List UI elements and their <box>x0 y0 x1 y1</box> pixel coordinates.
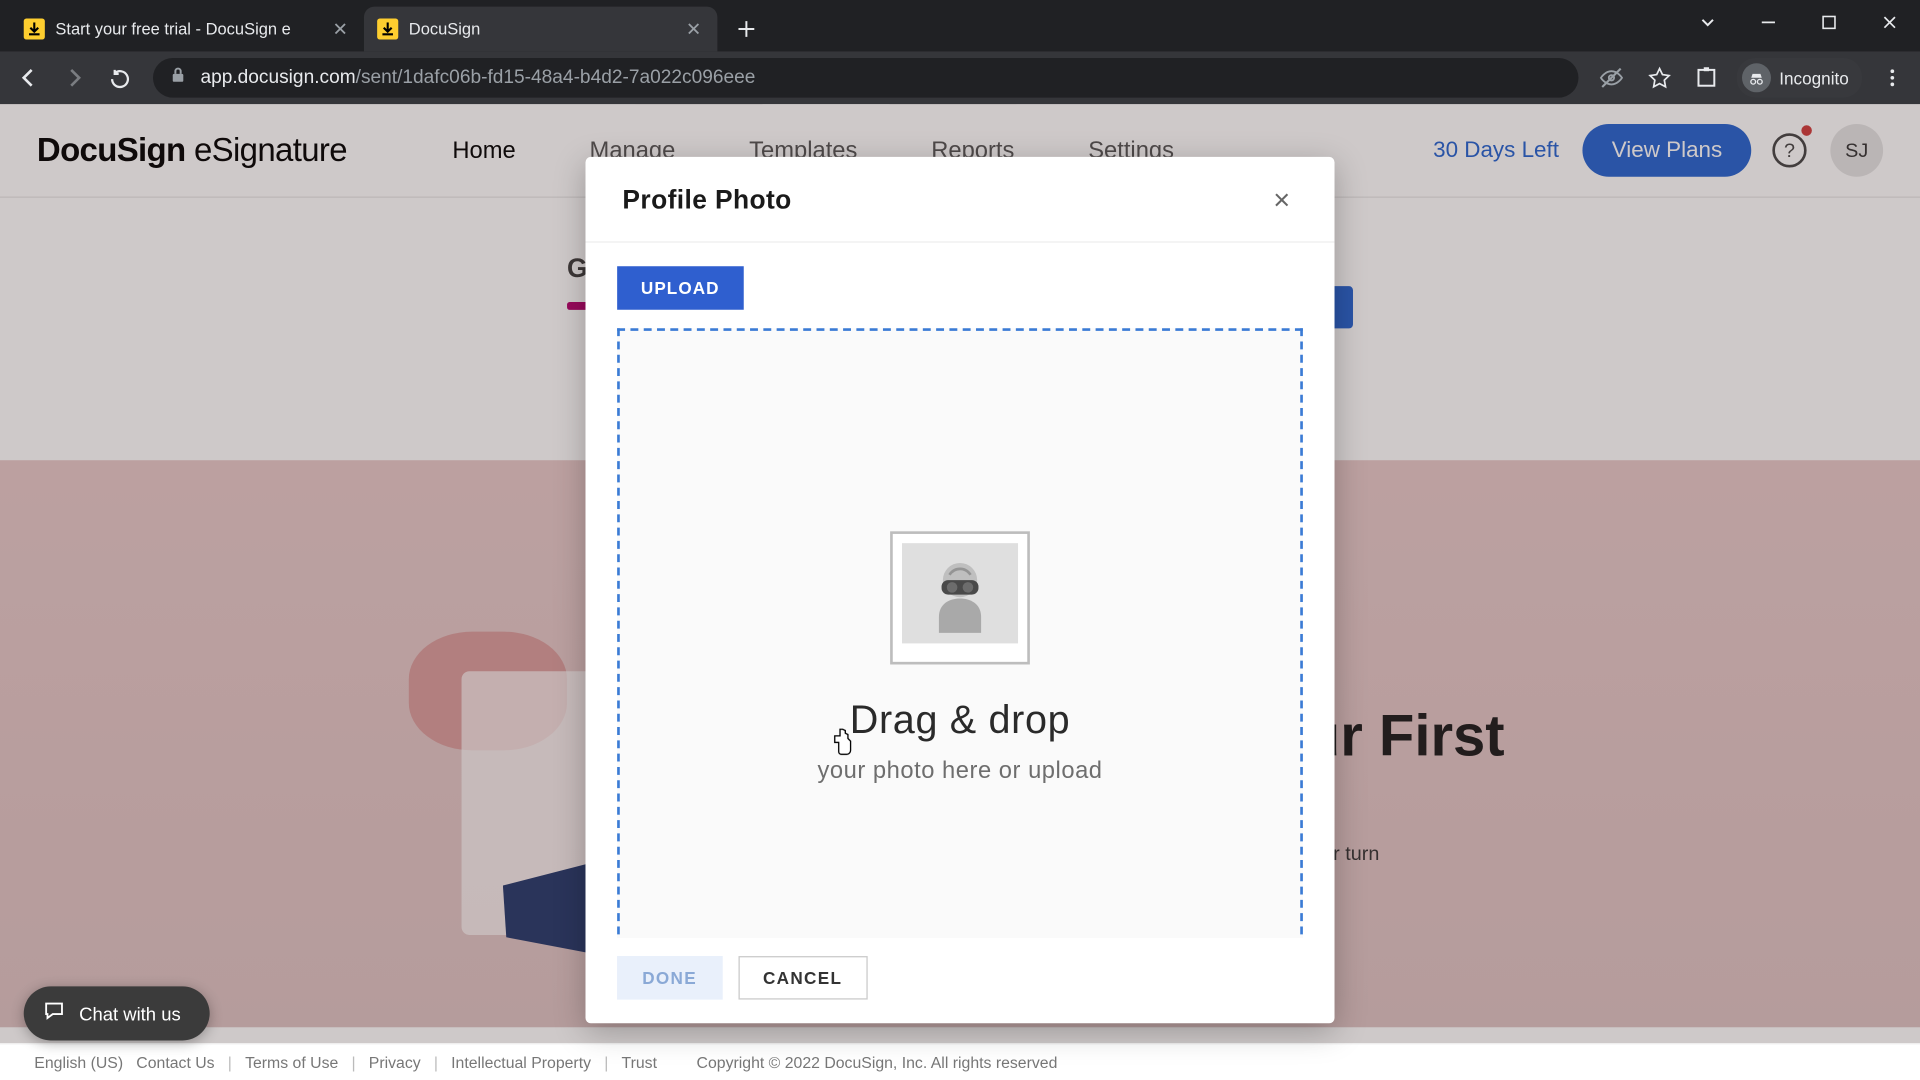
kebab-menu-icon[interactable] <box>1875 67 1909 88</box>
url-text: app.docusign.com/sent/1dafc06b-fd15-48a4… <box>200 67 755 88</box>
cancel-button[interactable]: CANCEL <box>738 956 867 1000</box>
profile-photo-modal: Profile Photo × UPLOAD <box>586 157 1335 1023</box>
tabs-dropdown-icon[interactable] <box>1677 0 1738 45</box>
close-icon[interactable]: ✕ <box>683 18 704 40</box>
window-controls <box>1677 0 1920 45</box>
modal-title: Profile Photo <box>622 185 791 215</box>
minimize-icon[interactable] <box>1738 0 1799 45</box>
tab-title: Start your free trial - DocuSign e <box>55 20 329 38</box>
address-bar-row: app.docusign.com/sent/1dafc06b-fd15-48a4… <box>0 51 1920 104</box>
back-icon[interactable] <box>11 59 48 96</box>
dropzone[interactable]: Drag & drop your photo here or upload <box>617 328 1303 937</box>
modal-body[interactable]: UPLOAD <box>586 243 1335 938</box>
download-icon <box>377 18 398 39</box>
eye-off-icon[interactable] <box>1595 65 1629 91</box>
modal-header: Profile Photo × <box>586 157 1335 243</box>
maximize-icon[interactable] <box>1799 0 1860 45</box>
lock-icon <box>169 65 187 90</box>
new-tab-button[interactable] <box>728 11 765 48</box>
download-icon <box>24 18 45 39</box>
forward-icon <box>55 59 92 96</box>
close-icon[interactable]: × <box>1266 183 1298 217</box>
reload-icon[interactable] <box>100 59 137 96</box>
browser-tab-2[interactable]: DocuSign ✕ <box>364 7 717 52</box>
photo-placeholder-frame <box>890 531 1030 664</box>
browser-chrome: Start your free trial - DocuSign e ✕ Doc… <box>0 0 1920 104</box>
page: DocuSign eSignature Home Manage Template… <box>0 104 1920 1080</box>
dropzone-title: Drag & drop <box>850 699 1071 744</box>
window-close-icon[interactable] <box>1859 0 1920 45</box>
tab-strip: Start your free trial - DocuSign e ✕ Doc… <box>0 0 1920 51</box>
person-icon <box>902 543 1018 643</box>
modal-footer: DONE CANCEL <box>586 938 1335 1024</box>
incognito-badge[interactable]: Incognito <box>1737 58 1862 98</box>
tab-title: DocuSign <box>409 20 683 38</box>
done-button[interactable]: DONE <box>617 956 722 1000</box>
extensions-icon[interactable] <box>1690 66 1724 90</box>
upload-button[interactable]: UPLOAD <box>617 266 743 310</box>
incognito-icon <box>1742 63 1771 92</box>
browser-tab-1[interactable]: Start your free trial - DocuSign e ✕ <box>11 7 364 52</box>
incognito-label: Incognito <box>1779 68 1849 88</box>
close-icon[interactable]: ✕ <box>330 18 351 40</box>
star-icon[interactable] <box>1642 65 1676 90</box>
address-bar[interactable]: app.docusign.com/sent/1dafc06b-fd15-48a4… <box>153 58 1579 98</box>
modal-backdrop[interactable]: Profile Photo × UPLOAD <box>0 104 1920 1080</box>
dropzone-subtitle: your photo here or upload <box>817 757 1102 785</box>
